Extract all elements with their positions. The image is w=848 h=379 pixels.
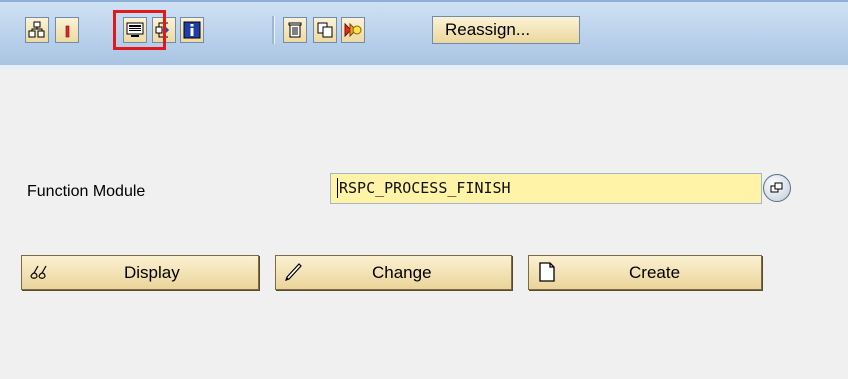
hierarchy-icon <box>28 21 45 38</box>
value-help-icon <box>770 182 783 193</box>
display-label: Display <box>124 263 180 282</box>
reassign-button[interactable]: Reassign... <box>432 16 580 44</box>
activate-icon <box>65 25 70 38</box>
new-document-icon <box>539 262 555 282</box>
copy-button[interactable] <box>313 17 337 43</box>
rename-icon <box>344 22 362 38</box>
reassign-label: Reassign... <box>445 20 531 39</box>
toolbar-divider <box>0 65 848 69</box>
change-button[interactable]: Change <box>275 255 512 290</box>
function-module-input[interactable]: RSPC_PROCESS_FINISH <box>330 173 762 204</box>
hierarchy-button[interactable] <box>25 17 49 43</box>
toolbar-separator <box>272 16 275 44</box>
rename-button[interactable] <box>341 17 365 43</box>
display-button[interactable]: Display <box>21 255 259 290</box>
create-button[interactable]: Create <box>528 255 762 290</box>
copy-icon <box>317 22 333 38</box>
activate-button[interactable] <box>55 17 79 43</box>
value-help-button[interactable] <box>763 174 791 202</box>
info-icon <box>183 21 201 39</box>
create-label: Create <box>629 263 681 282</box>
pencil-icon <box>285 263 302 281</box>
text-cursor <box>337 178 338 198</box>
delete-button[interactable] <box>283 17 307 43</box>
delete-icon <box>288 22 302 38</box>
info-button[interactable] <box>180 17 204 43</box>
highlight-box <box>113 10 166 50</box>
change-label: Change <box>372 263 432 282</box>
function-module-label: Function Module <box>27 183 146 200</box>
glasses-icon <box>30 265 47 279</box>
